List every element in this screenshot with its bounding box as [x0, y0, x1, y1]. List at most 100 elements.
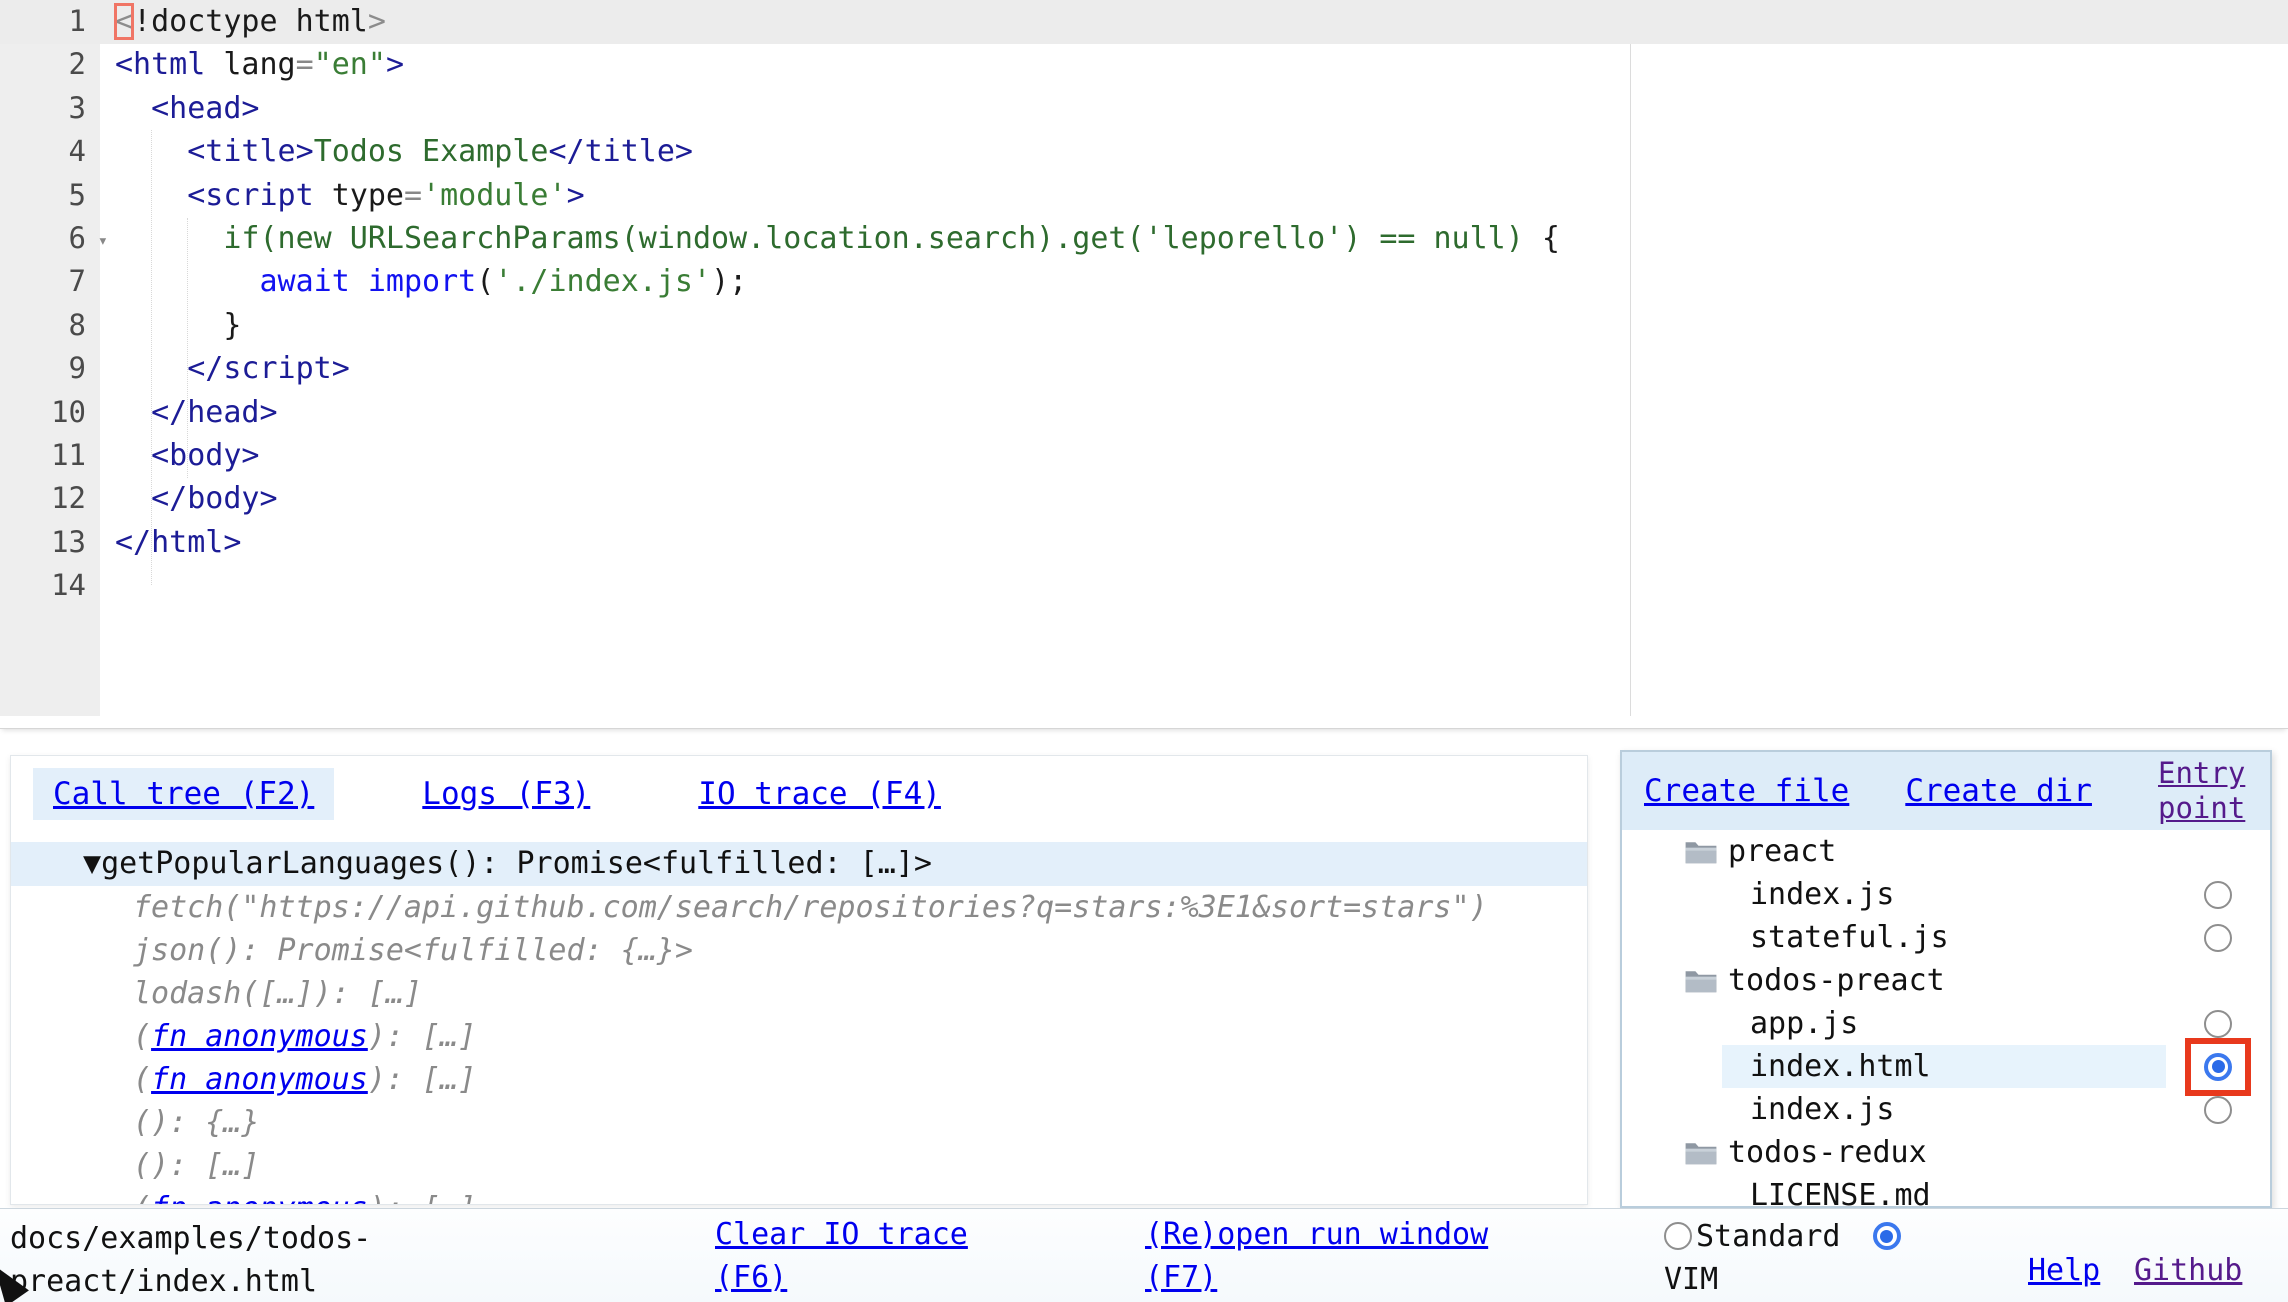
tree-file-row[interactable]: index.html [1622, 1045, 2270, 1088]
tree-dir-row[interactable]: preact [1622, 830, 2270, 873]
click-annotation-box [2185, 1038, 2251, 1096]
code-line[interactable]: </script> [115, 347, 2288, 390]
code-line[interactable]: <head> [115, 87, 2288, 130]
tree-file-row[interactable]: index.js [1622, 873, 2270, 916]
tree-item-name: index.js [1750, 1092, 1895, 1127]
line-number: 3 [0, 87, 86, 130]
status-bar: docs/examples/todos-preact/index.html Cl… [0, 1208, 2288, 1302]
code-line[interactable]: </html> [115, 521, 2288, 564]
line-number: 2 [0, 43, 86, 86]
entry-point-cell [2166, 1088, 2270, 1131]
code-line[interactable] [115, 564, 2288, 607]
code-line[interactable]: </head> [115, 391, 2288, 434]
line-number: 4 [0, 130, 86, 173]
entry-point-radio[interactable] [2204, 881, 2232, 909]
vim-keymap-label: VIM [1664, 1262, 1718, 1297]
code-line[interactable]: <script type='module'> [115, 174, 2288, 217]
current-file-path: docs/examples/todos-preact/index.html [10, 1217, 392, 1302]
tree-item-name: index.html [1750, 1049, 1931, 1084]
reopen-run-window-link[interactable]: (Re)open run window (F7) [1145, 1213, 1529, 1299]
code-line[interactable]: <body> [115, 434, 2288, 477]
call-tree-node[interactable]: fetch("https://api.github.com/search/rep… [11, 886, 1587, 929]
entry-point-radio[interactable] [2204, 1096, 2232, 1124]
tree-item-name: index.js [1750, 877, 1895, 912]
code-line[interactable]: } [115, 304, 2288, 347]
fold-arrow-icon[interactable]: ▾ [98, 220, 108, 263]
entry-point-cell [2166, 1045, 2270, 1088]
line-numbers: 123456▾7891011121314 [0, 0, 86, 607]
code-line[interactable]: <html lang="en"> [115, 43, 2288, 86]
tree-file-row[interactable]: index.js [1622, 1088, 2270, 1131]
create-dir-link[interactable]: Create dir [1905, 773, 2092, 809]
file-panel: Create file Create dir Entry point preac… [1620, 750, 2272, 1208]
panel-tabs: Call tree (F2) Logs (F3) IO trace (F4) [11, 756, 1587, 820]
entry-point-link[interactable]: Entry point [2158, 756, 2258, 826]
line-number: 14 [0, 564, 86, 607]
call-tree-selected-node[interactable]: ▼getPopularLanguages(): Promise<fulfille… [11, 842, 1587, 886]
tree-item-name: stateful.js [1750, 920, 1949, 955]
line-number: 13 [0, 521, 86, 564]
tree-dir-row[interactable]: todos-preact [1622, 959, 2270, 1002]
tree-file-row[interactable]: LICENSE.md [1622, 1174, 2270, 1208]
line-number: 5 [0, 174, 86, 217]
code-editor[interactable]: 123456▾7891011121314 <!doctype html><htm… [0, 0, 2288, 729]
file-tree: preact index.js stateful.js todos-preact app… [1622, 830, 2270, 1208]
editor-cursor: < [115, 4, 133, 39]
tree-item-name: LICENSE.md [1750, 1178, 1931, 1208]
call-tree-node[interactable]: lodash([…]): […] [11, 972, 1587, 1015]
call-tree-node[interactable]: (fn anonymous): […] [11, 1187, 1587, 1205]
standard-keymap-label: Standard [1696, 1219, 1841, 1254]
code-line[interactable]: </body> [115, 477, 2288, 520]
keymap-switch: Standard VIM [1664, 1215, 1922, 1301]
standard-keymap-radio[interactable] [1664, 1222, 1692, 1250]
code-line[interactable]: await import('./index.js'); [115, 260, 2288, 303]
call-tree-node[interactable]: (): {…} [11, 1101, 1587, 1144]
fn-anonymous-link[interactable]: fn anonymous [151, 1062, 368, 1097]
tree-file-row[interactable]: stateful.js [1622, 916, 2270, 959]
help-link[interactable]: Help [2028, 1249, 2100, 1292]
entry-point-radio[interactable] [2204, 1053, 2232, 1081]
line-number: 12 [0, 477, 86, 520]
call-tree-node-label: getPopularLanguages(): Promise<fulfilled… [101, 846, 932, 881]
vim-keymap-radio[interactable] [1873, 1222, 1901, 1250]
call-tree-node[interactable]: (fn anonymous): […] [11, 1058, 1587, 1101]
entry-point-radio[interactable] [2204, 924, 2232, 952]
folder-icon [1684, 1139, 1718, 1167]
fn-anonymous-link[interactable]: fn anonymous [151, 1019, 368, 1054]
folder-icon [1684, 967, 1718, 995]
line-number: 10 [0, 391, 86, 434]
leporello-app: 123456▾7891011121314 <!doctype html><htm… [0, 0, 2288, 1302]
line-number: 11 [0, 434, 86, 477]
call-tree-children: fetch("https://api.github.com/search/rep… [11, 886, 1587, 1205]
line-number: 7 [0, 260, 86, 303]
entry-point-cell [2166, 830, 2270, 873]
code-line[interactable]: <title>Todos Example</title> [115, 130, 2288, 173]
clear-io-trace-link[interactable]: Clear IO trace (F6) [715, 1213, 997, 1299]
entry-point-cell [2166, 1174, 2270, 1208]
tab-call-tree[interactable]: Call tree (F2) [33, 768, 334, 820]
line-number: 6▾ [0, 217, 86, 260]
code-line[interactable]: <!doctype html> [115, 0, 2288, 43]
tree-file-row[interactable]: app.js [1622, 1002, 2270, 1045]
tree-dir-row[interactable]: todos-redux [1622, 1131, 2270, 1174]
fn-anonymous-link[interactable]: fn anonymous [151, 1191, 368, 1205]
github-link[interactable]: Github [2134, 1249, 2242, 1292]
entry-point-cell [2166, 959, 2270, 1002]
entry-point-cell [2166, 916, 2270, 959]
code-lines[interactable]: <!doctype html><html lang="en"> <head> <… [115, 0, 2288, 607]
create-file-link[interactable]: Create file [1644, 773, 1849, 809]
tab-io-trace[interactable]: IO trace (F4) [678, 768, 961, 820]
code-line[interactable]: if(new URLSearchParams(window.location.s… [115, 217, 2288, 260]
tab-logs[interactable]: Logs (F3) [402, 768, 610, 820]
collapse-arrow-icon[interactable]: ▼ [83, 846, 101, 881]
tree-item-name: todos-redux [1728, 1135, 1927, 1170]
tree-item-name: todos-preact [1728, 963, 1945, 998]
call-tree-node[interactable]: (): […] [11, 1144, 1587, 1187]
entry-point-radio[interactable] [2204, 1010, 2232, 1038]
entry-point-cell [2166, 1131, 2270, 1174]
line-number: 8 [0, 304, 86, 347]
call-tree-node[interactable]: json(): Promise<fulfilled: {…}> [11, 929, 1587, 972]
call-tree-panel: Call tree (F2) Logs (F3) IO trace (F4) ▼… [10, 755, 1588, 1205]
line-number: 1 [0, 0, 86, 43]
call-tree-node[interactable]: (fn anonymous): […] [11, 1015, 1587, 1058]
